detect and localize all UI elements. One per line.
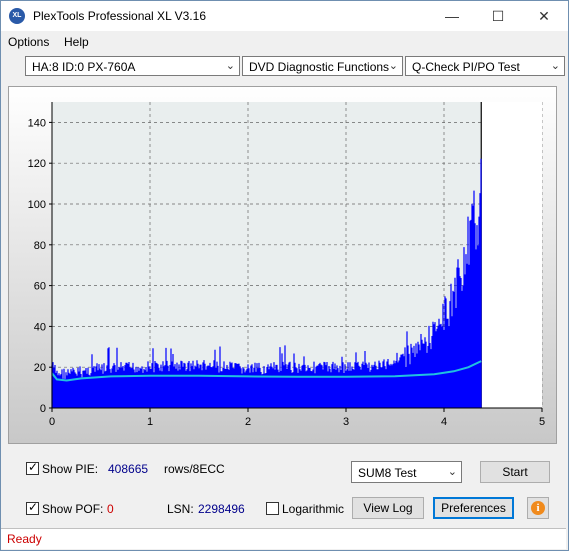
status-text: Ready	[7, 532, 42, 546]
y-tick-label: 80	[34, 240, 46, 252]
window-title: PlexTools Professional XL V3.16	[33, 9, 206, 23]
chevron-down-icon: ⌄	[225, 60, 235, 72]
function-select[interactable]: DVD Diagnostic Functions ⌄	[242, 56, 403, 76]
show-pie-checkbox[interactable]: ✓	[26, 460, 39, 475]
view-log-button[interactable]: View Log	[352, 497, 424, 519]
drive-select-value: HA:8 ID:0 PX-760A	[32, 60, 136, 74]
status-bar: Ready	[1, 528, 566, 549]
sum-test-select[interactable]: SUM8 Test ⌄	[351, 461, 462, 483]
logarithmic-checkbox[interactable]	[266, 502, 279, 515]
start-button[interactable]: Start	[480, 461, 550, 483]
menu-options[interactable]: Options	[8, 35, 49, 49]
empty-region	[481, 102, 542, 408]
test-select-value: Q-Check PI/PO Test	[412, 60, 520, 74]
title-bar: XL PlexTools Professional XL V3.16 — ☐ ✕	[1, 1, 568, 31]
minimize-button[interactable]: —	[429, 1, 475, 31]
x-tick-label: 2	[245, 416, 251, 428]
maximize-button[interactable]: ☐	[475, 1, 521, 31]
function-select-value: DVD Diagnostic Functions	[249, 60, 390, 74]
show-pof-label: Show POF:	[42, 502, 104, 516]
drive-select[interactable]: HA:8 ID:0 PX-760A ⌄	[25, 56, 240, 76]
y-tick-label: 20	[34, 362, 46, 374]
pi-chart: 0 20 40 60 80 100 120 140 0 1 2 3 4 5	[28, 102, 545, 428]
preferences-button[interactable]: Preferences	[433, 497, 514, 519]
pof-value: 0	[107, 502, 114, 516]
info-button[interactable]: i	[527, 497, 549, 519]
lsn-label: LSN:	[167, 502, 194, 516]
y-tick-label: 40	[34, 321, 46, 333]
y-tick-label: 60	[34, 281, 46, 293]
pie-unit: rows/8ECC	[164, 462, 225, 476]
x-tick-label: 3	[343, 416, 349, 428]
info-icon: i	[531, 501, 545, 515]
menu-bar: Options Help	[1, 32, 568, 52]
x-tick-label: 4	[441, 416, 447, 428]
y-tick-label: 0	[40, 403, 46, 415]
close-button[interactable]: ✕	[521, 1, 567, 31]
sum-test-value: SUM8 Test	[358, 466, 417, 480]
y-tick-label: 100	[28, 199, 46, 211]
test-select[interactable]: Q-Check PI/PO Test ⌄	[405, 56, 565, 76]
chevron-down-icon: ⌄	[447, 466, 457, 478]
lsn-value: 2298496	[198, 502, 245, 516]
app-logo-icon: XL	[9, 8, 25, 24]
show-pof-checkbox[interactable]: ✓	[26, 500, 39, 515]
x-tick-label: 1	[147, 416, 153, 428]
y-tick-label: 120	[28, 158, 46, 170]
chevron-down-icon: ⌄	[388, 60, 398, 72]
pie-value: 408665	[108, 462, 149, 476]
y-tick-label: 140	[28, 117, 46, 129]
menu-help[interactable]: Help	[64, 35, 89, 49]
x-tick-label: 0	[49, 416, 55, 428]
logarithmic-label: Logarithmic	[282, 502, 345, 516]
x-tick-label: 5	[539, 416, 545, 428]
chevron-down-icon: ⌄	[550, 60, 560, 72]
show-pie-label: Show PIE:	[42, 462, 99, 476]
